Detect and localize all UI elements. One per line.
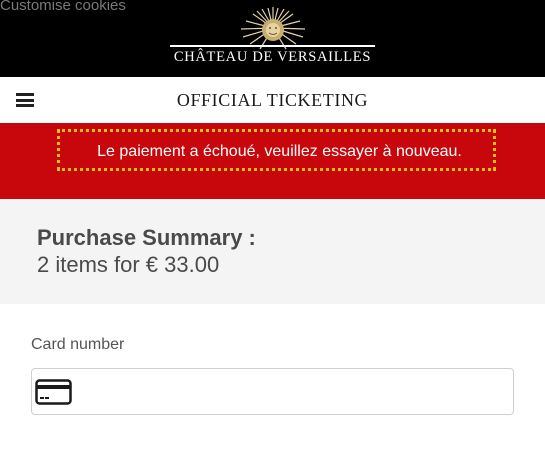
summary-detail: 2 items for € 33.00 xyxy=(37,252,220,277)
error-banner: Le paiement a échoué, veuillez essayer à… xyxy=(0,123,545,199)
page-title: OFFICIAL TICKETING xyxy=(176,90,369,110)
error-message-box: Le paiement a échoué, veuillez essayer à… xyxy=(57,129,496,171)
card-number-label: Card number xyxy=(31,336,125,353)
card-number-input[interactable] xyxy=(78,369,502,415)
card-number-field[interactable] xyxy=(31,368,514,415)
summary-title: Purchase Summary : xyxy=(37,225,256,250)
sun-emblem-icon xyxy=(240,7,306,50)
navigation-bar: OFFICIAL TICKETING xyxy=(0,77,545,123)
page: Customise cookies CHÂTEAU DE VERSAILLES … xyxy=(0,0,545,449)
purchase-summary: Purchase Summary : 2 items for € 33.00 xyxy=(0,199,545,304)
credit-card-icon xyxy=(35,379,72,405)
site-logo[interactable]: CHÂTEAU DE VERSAILLES xyxy=(0,0,545,77)
logo-wordmark: CHÂTEAU DE VERSAILLES xyxy=(173,49,372,65)
logo-divider xyxy=(170,45,375,47)
site-header: Customise cookies CHÂTEAU DE VERSAILLES xyxy=(0,0,545,77)
error-message: Le paiement a échoué, veuillez essayer à… xyxy=(97,143,462,160)
